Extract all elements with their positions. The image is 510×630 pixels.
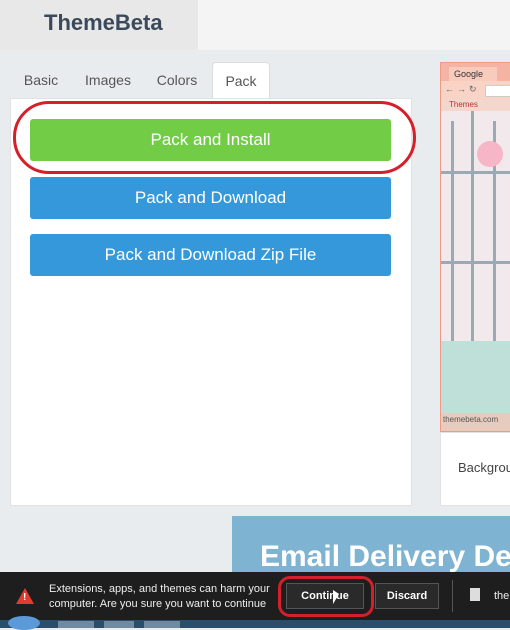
- window-frame: [441, 171, 510, 174]
- background-label[interactable]: Backgrou: [458, 460, 510, 475]
- taskbar-item[interactable]: [58, 621, 94, 628]
- window-frame: [441, 261, 510, 264]
- tab-colors[interactable]: Colors: [146, 62, 208, 98]
- site-logo[interactable]: ThemeBeta: [44, 10, 163, 36]
- file-icon: [470, 588, 480, 601]
- download-file-name[interactable]: the: [494, 590, 509, 602]
- reload-icon: ↻: [469, 84, 477, 94]
- continue-button[interactable]: Continue: [286, 583, 364, 609]
- pack-and-download-button[interactable]: Pack and Download: [30, 177, 391, 219]
- tab-pack[interactable]: Pack: [212, 62, 270, 99]
- mouse-cursor-icon: [333, 590, 339, 604]
- preview-bookmark: Themes: [441, 99, 510, 111]
- back-icon: ←: [445, 84, 454, 94]
- download-warning-message: Extensions, apps, and themes can harm yo…: [49, 583, 270, 610]
- pack-and-install-button[interactable]: Pack and Install: [30, 119, 391, 161]
- warning-exclamation: !: [23, 592, 27, 603]
- tab-basic[interactable]: Basic: [10, 62, 72, 98]
- discard-button[interactable]: Discard: [375, 583, 439, 609]
- download-bar-divider: [452, 580, 453, 612]
- pack-and-download-zip-button[interactable]: Pack and Download Zip File: [30, 234, 391, 276]
- forward-icon: →: [457, 84, 466, 94]
- preview-tab: Google: [449, 67, 497, 81]
- window-frame: [451, 121, 454, 351]
- tab-images[interactable]: Images: [76, 62, 140, 98]
- taskbar-item[interactable]: [104, 621, 134, 628]
- ad-headline[interactable]: Email Delivery De: [260, 540, 510, 574]
- flower-icon: [477, 141, 503, 167]
- preview-credit: themebeta.com: [443, 415, 499, 424]
- preview-floor: [441, 341, 510, 413]
- header-right: [198, 0, 510, 50]
- taskbar-item[interactable]: [144, 621, 180, 628]
- preview-omnibox: [485, 85, 510, 97]
- theme-preview: Google ← → ↻ Themes themebeta.com: [440, 62, 510, 432]
- window-frame: [471, 111, 474, 351]
